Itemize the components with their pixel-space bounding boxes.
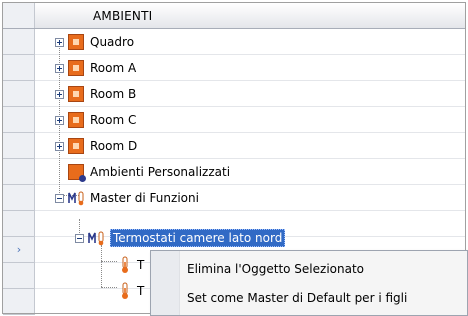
room-icon — [68, 60, 84, 76]
context-menu: Elimina l'Oggetto Selezionato Set come M… — [150, 250, 468, 316]
tree-node-label: Room C — [90, 113, 137, 127]
master-function-icon — [88, 231, 104, 246]
collapse-icon[interactable] — [75, 233, 84, 243]
tree-node-room-d[interactable]: Room D — [55, 133, 137, 159]
row-selector[interactable] — [3, 211, 35, 237]
row-selector[interactable] — [3, 107, 35, 133]
row-selector[interactable] — [3, 81, 35, 107]
tree-node-ambienti-personalizzati[interactable]: Ambienti Personalizzati — [68, 159, 230, 185]
row-selector-column: › — [3, 3, 35, 315]
row-selector[interactable] — [3, 185, 35, 211]
row-selector[interactable] — [3, 29, 35, 55]
tree-node-label: Master di Funzioni — [90, 191, 199, 205]
column-header-ambienti[interactable]: AMBIENTI — [35, 3, 465, 29]
tree-node-quadro[interactable]: Quadro — [55, 29, 134, 55]
tree-node-thermostat[interactable]: T — [119, 252, 144, 278]
expand-icon[interactable] — [55, 89, 64, 99]
master-function-icon — [68, 191, 84, 206]
menu-item-elimina-oggetto[interactable]: Elimina l'Oggetto Selezionato — [187, 255, 364, 283]
tree-node-room-a[interactable]: Room A — [55, 55, 136, 81]
tree-node-label: T — [137, 258, 145, 272]
tree-node-thermostat[interactable]: T — [119, 278, 144, 304]
row-selector[interactable] — [3, 159, 35, 185]
custom-room-icon — [68, 164, 86, 182]
row-selector-header — [3, 3, 35, 29]
room-icon — [68, 112, 84, 128]
room-icon — [68, 34, 84, 50]
current-row-indicator-icon: › — [16, 243, 22, 256]
tree-node-termostati-camere-lato-nord[interactable]: Termostati camere lato nord — [75, 225, 286, 251]
thermostat-icon — [122, 282, 128, 299]
tree-node-room-c[interactable]: Room C — [55, 107, 136, 133]
tree-node-label: Room B — [90, 87, 137, 101]
expand-icon[interactable] — [55, 115, 64, 125]
tree-connector — [101, 287, 117, 288]
tree-node-label: Ambienti Personalizzati — [90, 165, 231, 179]
expand-icon[interactable] — [55, 63, 64, 73]
tree-node-label: T — [137, 284, 145, 298]
thermostat-icon — [122, 256, 128, 273]
room-icon — [68, 86, 84, 102]
tree-node-label: Quadro — [90, 35, 135, 49]
menu-item-set-master-default[interactable]: Set come Master di Default per i figli — [187, 284, 407, 312]
row-selector[interactable] — [3, 289, 35, 315]
expand-icon[interactable] — [55, 37, 64, 47]
collapse-icon[interactable] — [55, 193, 64, 203]
tree-node-master-di-funzioni[interactable]: Master di Funzioni — [55, 185, 199, 211]
context-menu-icon-strip — [151, 251, 180, 315]
room-icon — [68, 138, 84, 154]
row-selector-current[interactable]: › — [3, 237, 35, 263]
tree-node-label: Room D — [90, 139, 138, 153]
tree-connector — [101, 261, 117, 262]
tree-connector — [101, 245, 102, 287]
row-selector[interactable] — [3, 55, 35, 81]
tree-node-room-b[interactable]: Room B — [55, 81, 136, 107]
row-selector[interactable] — [3, 263, 35, 289]
row-selector[interactable] — [3, 133, 35, 159]
tree-node-label: Room A — [90, 61, 137, 75]
column-header-label: AMBIENTI — [93, 9, 153, 23]
expand-icon[interactable] — [55, 141, 64, 151]
tree-node-label-selected: Termostati camere lato nord — [110, 229, 286, 247]
